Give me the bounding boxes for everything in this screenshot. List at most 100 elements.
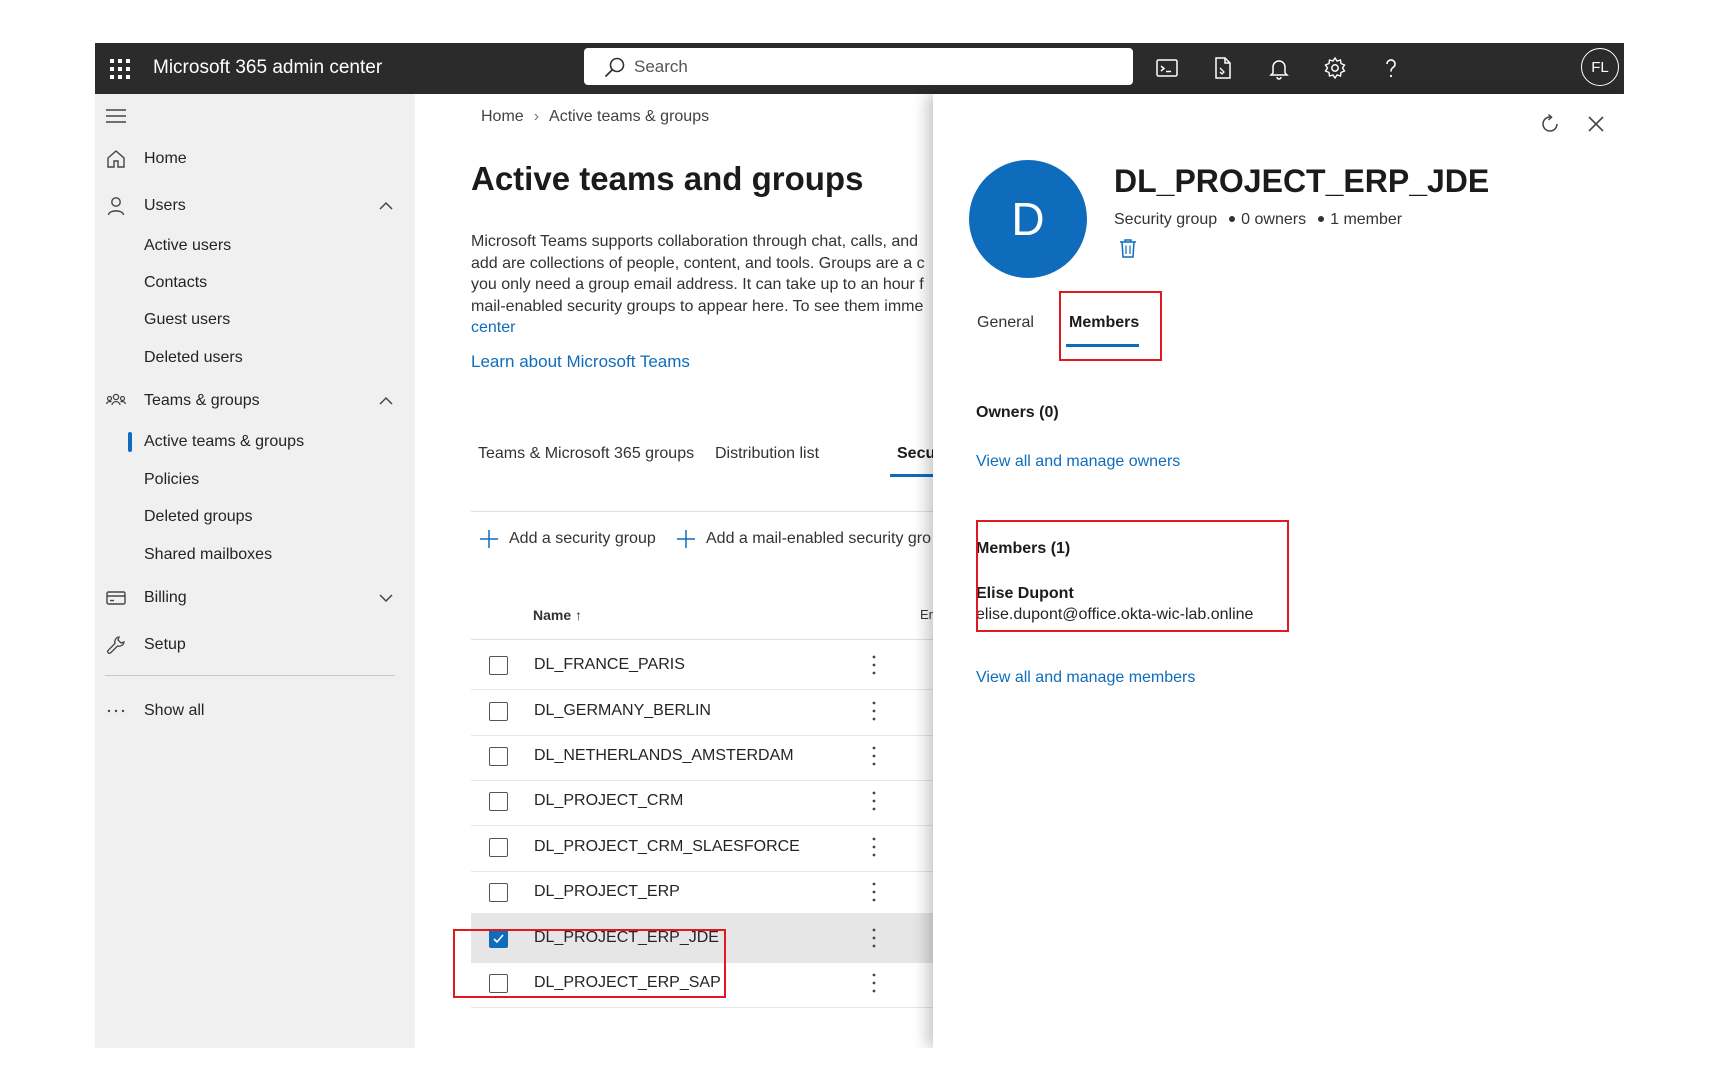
add-security-group-button[interactable]: Add a security group [479, 527, 669, 553]
tab-distribution-list[interactable]: Distribution list [715, 445, 819, 463]
search-box[interactable] [584, 48, 1133, 85]
panel-tab-general[interactable]: General [977, 314, 1034, 332]
row-group-name[interactable]: DL_PROJECT_ERP [534, 883, 680, 901]
more-options-icon[interactable] [864, 652, 884, 678]
learn-teams-link[interactable]: Learn about Microsoft Teams [471, 352, 690, 372]
nav-label-active-users: Active users [144, 237, 232, 254]
more-options-icon[interactable] [864, 970, 884, 996]
ellipsis-icon [107, 709, 125, 713]
chevron-right-icon: › [533, 108, 540, 125]
row-group-name[interactable]: DL_NETHERLANDS_AMSTERDAM [534, 747, 794, 765]
more-options-icon[interactable] [864, 834, 884, 860]
terminal-icon[interactable] [1154, 55, 1180, 81]
nav-label-teams-groups: Teams & groups [144, 392, 260, 409]
manage-owners-link[interactable]: View all and manage owners [976, 453, 1180, 471]
nav-item-billing[interactable]: Billing [95, 581, 415, 615]
more-options-icon[interactable] [864, 879, 884, 905]
active-tab-underline [1066, 344, 1139, 347]
checkbox[interactable] [489, 656, 508, 675]
user-avatar[interactable]: FL [1581, 48, 1619, 86]
table-row[interactable]: DL_PROJECT_CRM_SLAESFORCE [471, 822, 933, 872]
chevron-up-icon[interactable] [377, 392, 395, 410]
row-group-name[interactable]: DL_PROJECT_ERP_JDE [534, 929, 719, 947]
trash-icon[interactable] [1118, 237, 1138, 259]
row-group-name[interactable]: DL_FRANCE_PARIS [534, 656, 685, 674]
toolbar-divider [471, 511, 933, 512]
add-mail-enabled-security-group-label: Add a mail-enabled security gro [706, 530, 932, 547]
gear-icon[interactable] [1322, 55, 1348, 81]
nav-item-setup[interactable]: Setup [95, 628, 415, 662]
bell-icon[interactable] [1266, 55, 1292, 81]
nav-item-contacts[interactable]: Contacts [95, 267, 415, 299]
row-group-name[interactable]: DL_GERMANY_BERLIN [534, 702, 711, 720]
checkbox[interactable] [489, 792, 508, 811]
bullet-icon [1318, 215, 1325, 222]
left-navigation: Home Users Active users Contacts Guest u… [95, 94, 415, 1048]
nav-label-users: Users [144, 197, 186, 214]
nav-item-deleted-groups[interactable]: Deleted groups [95, 501, 415, 533]
more-options-icon[interactable] [864, 925, 884, 951]
table-row[interactable]: DL_NETHERLANDS_AMSTERDAM [471, 731, 933, 781]
nav-label-shared-mailboxes: Shared mailboxes [144, 546, 273, 563]
more-options-icon[interactable] [864, 788, 884, 814]
panel-tab-members[interactable]: Members [1069, 314, 1139, 332]
table-row[interactable]: DL_PROJECT_CRM [471, 776, 933, 826]
admin-center-link[interactable]: center [471, 317, 933, 339]
nav-item-policies[interactable]: Policies [95, 464, 415, 496]
nav-item-show-all[interactable]: Show all [95, 694, 415, 728]
checkbox[interactable] [489, 702, 508, 721]
nav-item-deleted-users[interactable]: Deleted users [95, 342, 415, 374]
bullet-icon [1229, 215, 1236, 222]
nav-item-shared-mailboxes[interactable]: Shared mailboxes [95, 539, 415, 571]
table-row[interactable]: DL_FRANCE_PARIS [471, 640, 933, 690]
app-title: Microsoft 365 admin center [153, 57, 383, 78]
nav-label-guest-users: Guest users [144, 311, 231, 328]
column-header-name[interactable]: Name ↑ [533, 607, 582, 623]
help-icon[interactable] [1378, 55, 1404, 81]
table-row[interactable]: DL_PROJECT_ERP_SAP [471, 958, 933, 1008]
breadcrumb-home[interactable]: Home [481, 108, 524, 125]
checkbox[interactable] [489, 747, 508, 766]
more-options-icon[interactable] [864, 698, 884, 724]
hamburger-icon[interactable] [106, 108, 126, 124]
close-icon[interactable] [1585, 113, 1607, 135]
nav-item-active-users[interactable]: Active users [95, 230, 415, 262]
table-row[interactable]: DL_PROJECT_ERP_JDE [471, 913, 933, 963]
row-group-name[interactable]: DL_PROJECT_CRM_SLAESFORCE [534, 838, 800, 856]
row-group-name[interactable]: DL_PROJECT_ERP_SAP [534, 974, 721, 992]
search-input[interactable] [634, 48, 1114, 85]
refresh-icon[interactable] [1538, 112, 1562, 136]
document-icon[interactable] [1210, 55, 1236, 81]
more-options-icon[interactable] [864, 743, 884, 769]
nav-item-home[interactable]: Home [95, 142, 415, 176]
nav-item-active-teams-groups[interactable]: Active teams & groups [95, 426, 415, 458]
nav-item-users[interactable]: Users [95, 189, 415, 223]
breadcrumb-current: Active teams & groups [549, 108, 710, 125]
table-row[interactable]: DL_GERMANY_BERLIN [471, 686, 933, 736]
checkbox[interactable] [489, 838, 508, 857]
nav-label-show-all: Show all [144, 702, 205, 719]
nav-item-teams-groups[interactable]: Teams & groups [95, 384, 415, 418]
teams-groups-icon [105, 393, 127, 406]
tab-teams-m365-groups[interactable]: Teams & Microsoft 365 groups [478, 445, 694, 463]
description-line: add are collections of people, content, … [471, 254, 925, 272]
owners-count: 0 owners [1241, 211, 1307, 228]
add-mail-enabled-security-group-button[interactable]: Add a mail-enabled security gro [676, 527, 931, 553]
members-heading: Members (1) [976, 540, 1071, 557]
nav-divider [105, 675, 395, 676]
member-name: Elise Dupont [976, 585, 1074, 602]
column-header-email[interactable]: Em [920, 607, 933, 622]
waffle-icon[interactable] [107, 56, 131, 80]
chevron-up-icon[interactable] [377, 197, 395, 215]
nav-item-guest-users[interactable]: Guest users [95, 304, 415, 336]
page-title: Active teams and groups [471, 160, 864, 197]
checkbox[interactable] [489, 883, 508, 902]
chevron-down-icon[interactable] [377, 589, 395, 607]
checkbox[interactable] [489, 974, 508, 993]
table-row[interactable]: DL_PROJECT_ERP [471, 867, 933, 917]
members-count: 1 member [1330, 211, 1403, 228]
checkbox-checked[interactable] [489, 929, 508, 948]
manage-members-link[interactable]: View all and manage members [976, 669, 1195, 687]
tab-security[interactable]: Securi [897, 445, 933, 463]
row-group-name[interactable]: DL_PROJECT_CRM [534, 792, 683, 810]
